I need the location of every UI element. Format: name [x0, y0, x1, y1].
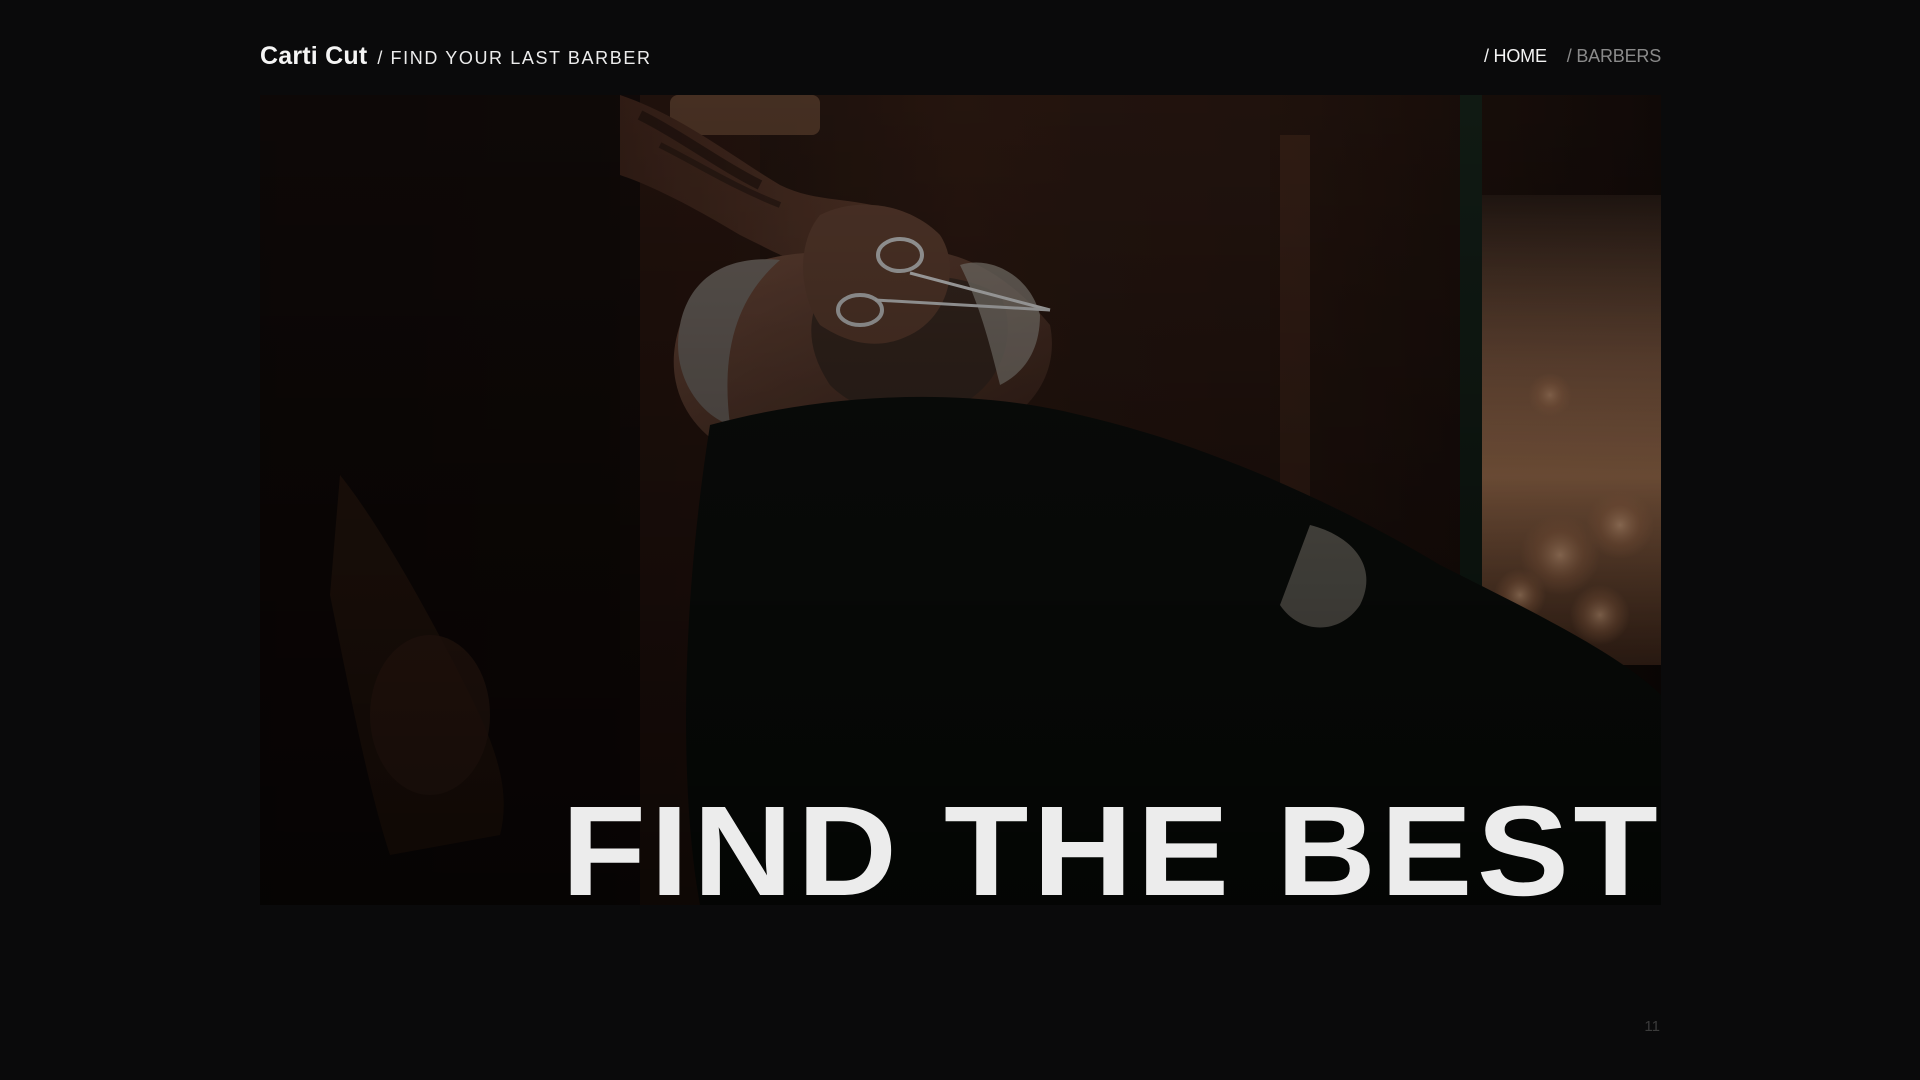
page: Carti Cut / FIND YOUR LAST BARBER / HOME… — [0, 0, 1920, 1080]
brand-name[interactable]: Carti Cut — [260, 42, 367, 71]
site-header: Carti Cut / FIND YOUR LAST BARBER / HOME… — [260, 42, 1661, 78]
nav-link-home[interactable]: / HOME — [1484, 46, 1547, 67]
brand[interactable]: Carti Cut / FIND YOUR LAST BARBER — [260, 42, 652, 71]
page-number: 11 — [1644, 1018, 1660, 1035]
brand-tagline: / FIND YOUR LAST BARBER — [377, 48, 652, 68]
main-nav: / HOME / BARBERS — [1484, 46, 1661, 67]
nav-link-barbers[interactable]: / BARBERS — [1567, 46, 1661, 67]
hero-headline: FIND THE BEST — [561, 780, 1662, 923]
